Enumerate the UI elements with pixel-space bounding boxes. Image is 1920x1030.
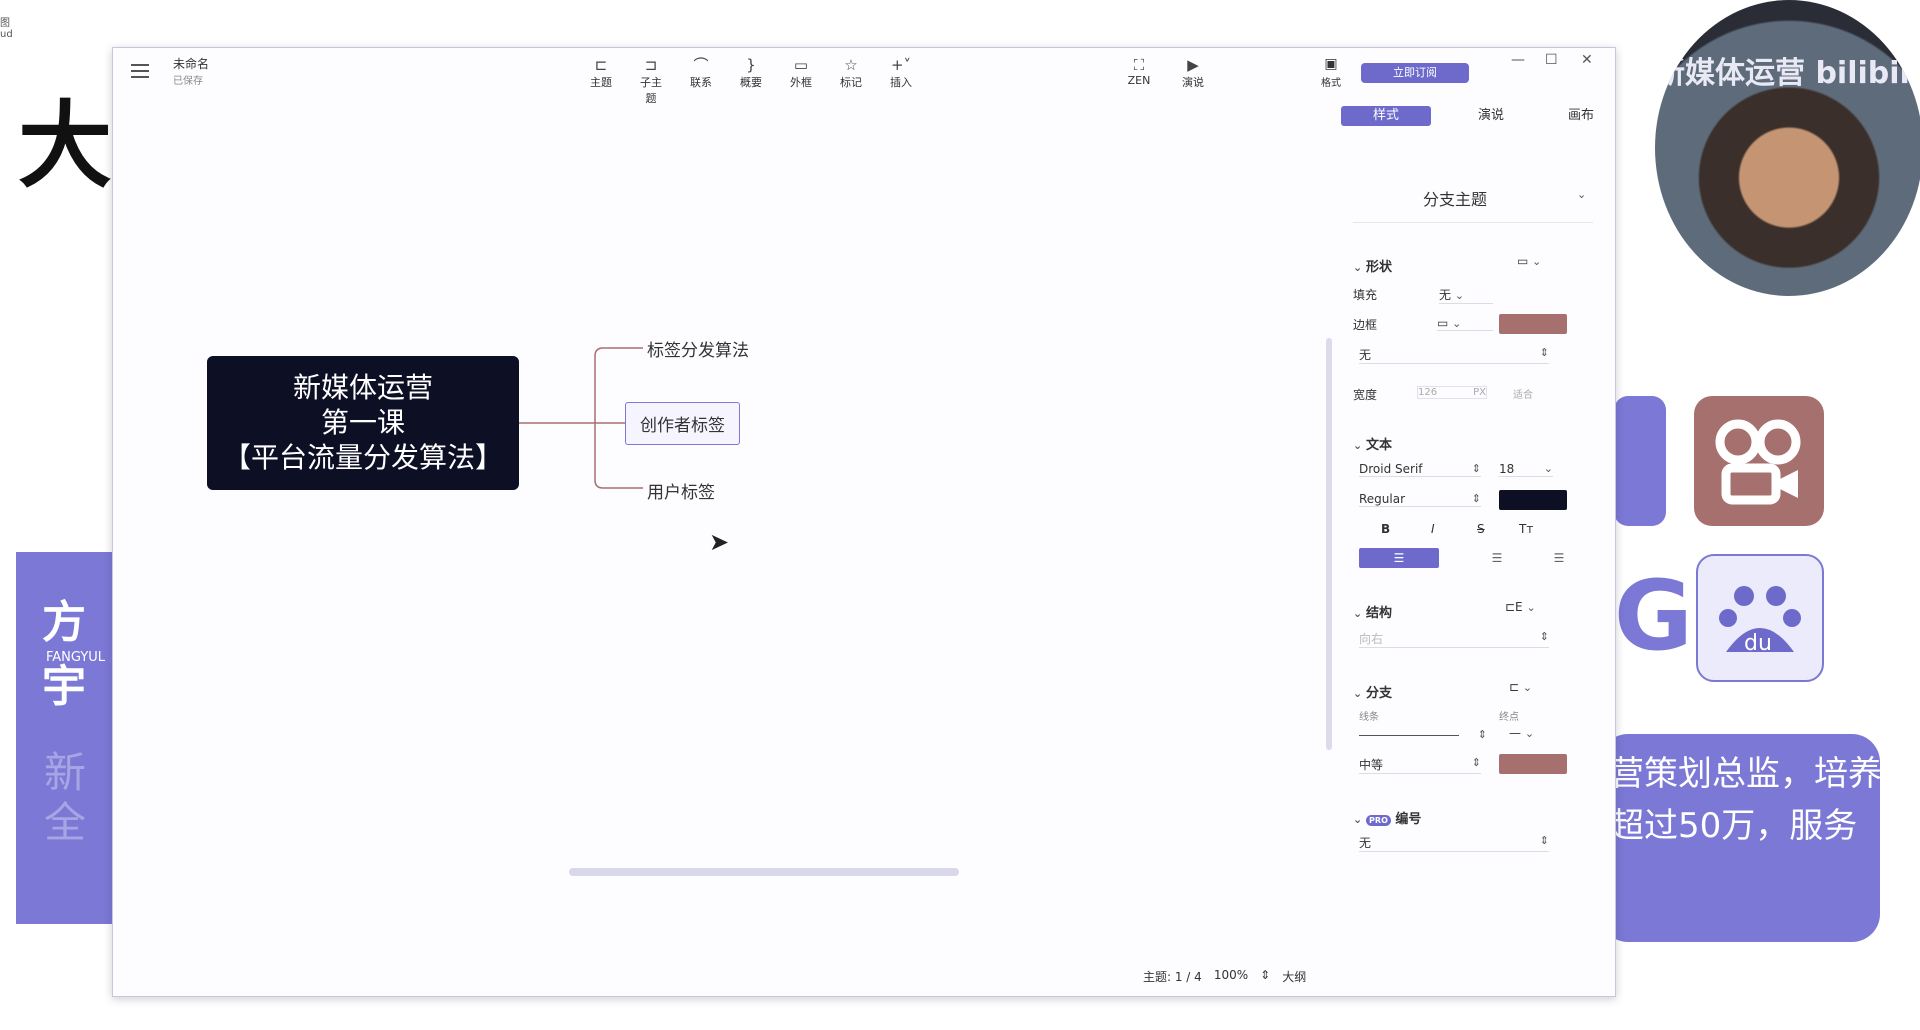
tab-style[interactable]: 样式	[1341, 106, 1431, 126]
marker-icon: ☆	[844, 56, 858, 74]
boundary-button[interactable]: ▭ 外框	[785, 56, 817, 106]
presentation-button[interactable]: ▶ 演说	[1177, 56, 1209, 90]
structure-heading[interactable]: ⌄ 结构	[1353, 602, 1392, 621]
branch-heading[interactable]: ⌄ 分支	[1353, 682, 1392, 701]
relationship-icon: ⌒	[693, 56, 709, 74]
status-bar: 主题: 1 / 4 100% ⇕ 大纲	[1143, 968, 1306, 985]
bg-intro-box: 营策划总监，培养 超过50万，服务	[1600, 734, 1882, 942]
width-fit-button[interactable]: 适合	[1513, 386, 1533, 401]
outline-button[interactable]: 大纲	[1282, 968, 1306, 985]
text-case-button[interactable]: Tт	[1519, 522, 1533, 536]
boundary-icon: ▭	[793, 56, 809, 74]
panel-tabs: 样式 演说 画布	[1341, 106, 1611, 126]
insert-icon: +˅	[890, 56, 912, 74]
bg-card-faded: 新全	[44, 748, 87, 847]
numbering-heading[interactable]: ⌄ PRO 编号	[1353, 808, 1421, 827]
border-shape-select[interactable]: ▭ ⌄	[1437, 316, 1493, 331]
line-width-select[interactable]: 中等 ⇕	[1359, 756, 1481, 774]
shape-heading[interactable]: ⌄ 形状	[1353, 256, 1392, 275]
fill-select[interactable]: 无 ⌄	[1439, 286, 1493, 304]
border-style-select[interactable]: 无 ⇕	[1359, 346, 1549, 364]
zen-mode-button[interactable]: ⛶ ZEN	[1123, 56, 1155, 90]
insert-button[interactable]: +˅ 插入	[885, 56, 917, 106]
endpoint-label: 终点	[1499, 712, 1519, 723]
summary-icon: }	[746, 56, 756, 74]
structure-select[interactable]: 向右 ⇕	[1359, 630, 1549, 648]
align-left-button[interactable]: ☰	[1359, 548, 1439, 568]
font-family-select[interactable]: Droid Serif ⇕	[1359, 462, 1481, 477]
strikethrough-button[interactable]: S	[1477, 522, 1485, 536]
tab-presentation[interactable]: 演说	[1461, 106, 1521, 126]
mindmap-app-window: 未命名 已保存 ⊏ 主题 ⊐ 子主题 ⌒ 联系 } 概要 ▭ 外框 ☆ 标记 +˅ 插入 ⛶ Z…	[112, 47, 1616, 997]
vertical-scrollbar[interactable]	[1326, 338, 1332, 750]
central-topic[interactable]: 新媒体运营 第一课 【平台流量分发算法】	[207, 356, 519, 490]
bilibili-app-icon	[1614, 396, 1666, 526]
zen-icon: ⛶	[1133, 56, 1145, 74]
width-input[interactable]: 126 PX	[1417, 386, 1487, 399]
webcam-overlay: 新媒体运营 bilibili	[1655, 0, 1920, 296]
line-style-select[interactable]: ⇕	[1359, 728, 1487, 742]
webcam-caption: 新媒体运营 bilibili	[1655, 56, 1920, 91]
mouse-cursor-icon: ➤	[709, 528, 730, 556]
marker-button[interactable]: ☆ 标记	[835, 56, 867, 106]
save-status: 已保存	[173, 76, 203, 87]
endpoint-select[interactable]: — ⌄	[1509, 726, 1534, 740]
bg-profile-card: 方宇 FANGYUL 新全	[16, 552, 126, 924]
pro-badge: PRO	[1366, 815, 1391, 826]
topic-count: 主题: 1 / 4	[1143, 970, 1202, 984]
document-title[interactable]: 未命名	[173, 58, 209, 71]
branch-color-swatch[interactable]	[1499, 754, 1567, 774]
bg-fragment-text: 图 ud	[0, 18, 13, 40]
shape-select[interactable]: ▭ ⌄	[1517, 254, 1541, 268]
subtopic-icon: ⊐	[644, 56, 658, 74]
bg-heading: 大	[18, 92, 113, 201]
svg-text:du: du	[1744, 631, 1772, 656]
subtopic-user-tag[interactable]: 用户标签	[647, 478, 715, 503]
baidu-app-icon: du	[1696, 554, 1824, 682]
style-preset-select[interactable]: 分支主题	[1423, 186, 1487, 210]
maximize-icon[interactable]: ☐	[1545, 52, 1558, 68]
zoom-stepper-icon[interactable]: ⇕	[1260, 968, 1270, 985]
text-color-swatch[interactable]	[1499, 490, 1567, 510]
horizontal-scrollbar[interactable]	[569, 868, 959, 876]
align-right-button[interactable]: ☰	[1519, 548, 1599, 568]
minimize-icon[interactable]: —	[1511, 52, 1525, 68]
relationship-button[interactable]: ⌒ 联系	[685, 56, 717, 106]
bold-button[interactable]: B	[1381, 522, 1390, 536]
bg-letter-graphic: G	[1614, 560, 1693, 672]
width-label: 宽度	[1353, 388, 1378, 402]
chevron-down-icon[interactable]: ⌄	[1577, 188, 1586, 201]
view-toolbar: ⛶ ZEN ▶ 演说	[1123, 56, 1209, 90]
subtopic-tag-algorithm[interactable]: 标签分发算法	[647, 336, 749, 361]
main-toolbar: ⊏ 主题 ⊐ 子主题 ⌒ 联系 } 概要 ▭ 外框 ☆ 标记 +˅ 插入	[585, 56, 917, 106]
format-panel-toggle[interactable]: ▣ 格式	[1311, 56, 1351, 89]
bg-card-pinyin: FANGYUL	[46, 650, 106, 665]
structure-icon-select[interactable]: ⊏E ⌄	[1505, 600, 1536, 614]
topic-icon: ⊏	[594, 56, 608, 74]
kuaishou-app-icon	[1694, 396, 1824, 526]
branch-style-select[interactable]: ⊏ ⌄	[1509, 680, 1532, 694]
summary-button[interactable]: } 概要	[735, 56, 767, 106]
topic-button[interactable]: ⊏ 主题	[585, 56, 617, 106]
tab-canvas[interactable]: 画布	[1551, 106, 1611, 126]
font-weight-select[interactable]: Regular ⇕	[1359, 492, 1481, 507]
border-color-swatch[interactable]	[1499, 314, 1567, 334]
border-label: 边框	[1353, 318, 1378, 332]
close-icon[interactable]: ✕	[1581, 52, 1593, 68]
italic-button[interactable]: I	[1431, 522, 1435, 536]
text-heading[interactable]: ⌄ 文本	[1353, 434, 1392, 453]
panel-icon: ▣	[1324, 56, 1338, 72]
zoom-level[interactable]: 100%	[1214, 968, 1248, 985]
line-label: 线条	[1359, 712, 1379, 723]
subscribe-button[interactable]: 立即订阅	[1361, 63, 1469, 83]
hamburger-menu-icon[interactable]	[131, 64, 149, 78]
fill-label: 填充	[1353, 288, 1378, 302]
subtopic-button[interactable]: ⊐ 子主题	[635, 56, 667, 106]
subtopic-creator-tag[interactable]: 创作者标签	[625, 402, 740, 445]
numbering-select[interactable]: 无 ⇕	[1359, 834, 1549, 852]
font-size-select[interactable]: 18 ⌄	[1499, 462, 1553, 477]
presentation-icon: ▶	[1187, 56, 1199, 74]
mindmap-canvas[interactable]: 新媒体运营 第一课 【平台流量分发算法】 标签分发算法 创作者标签 用户标签 ➤	[113, 128, 1323, 988]
